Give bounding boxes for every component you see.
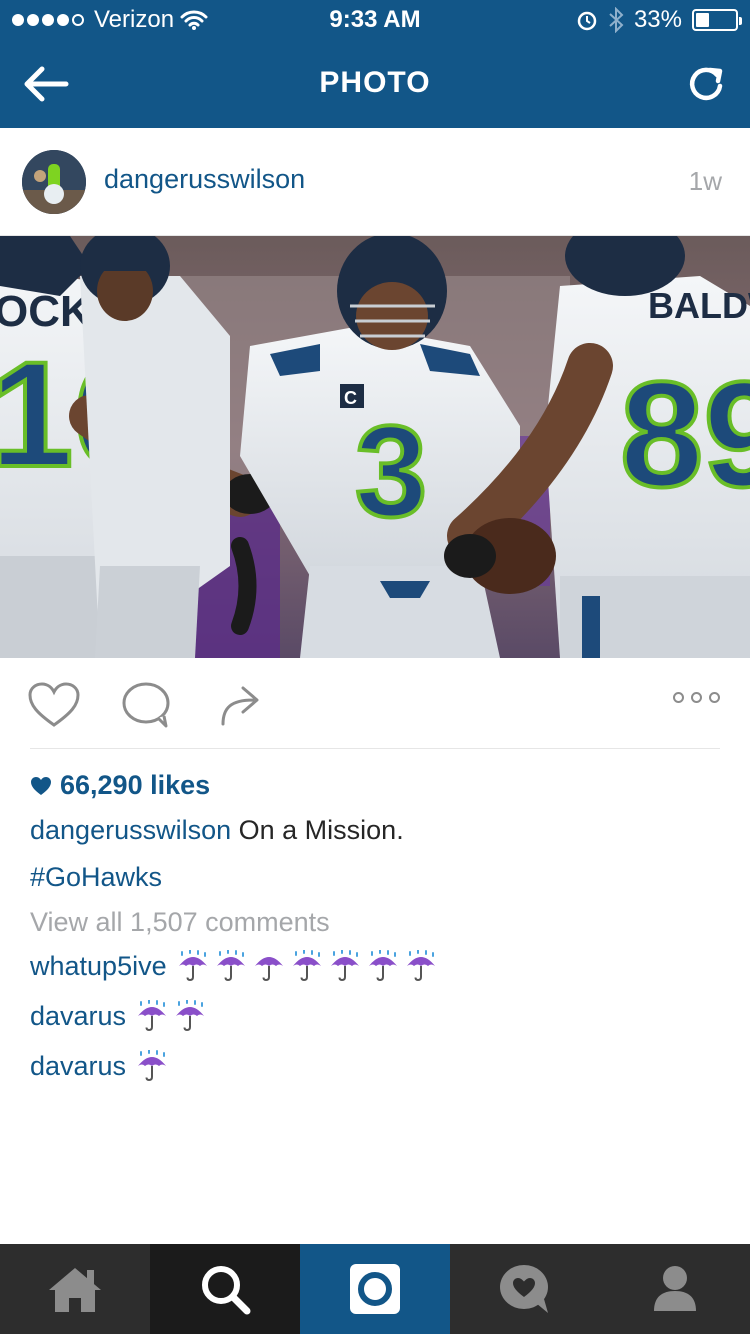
tab-bar xyxy=(0,1244,750,1334)
status-right: 33% xyxy=(576,6,742,34)
avatar[interactable] xyxy=(22,150,86,214)
home-icon xyxy=(49,1268,101,1312)
heart-icon xyxy=(28,682,80,727)
battery-icon xyxy=(692,9,742,31)
small-heart-icon xyxy=(31,776,51,795)
post-username[interactable]: dangerusswilson xyxy=(104,164,305,195)
comment-username[interactable]: whatup5ive xyxy=(30,951,167,982)
hashtag-link[interactable]: #GoHawks xyxy=(30,862,162,893)
comment-emoji xyxy=(136,1000,206,1032)
svg-text:89: 89 xyxy=(620,350,750,518)
comment-username[interactable]: davarus xyxy=(30,1001,126,1032)
post-timestamp: 1w xyxy=(688,166,722,196)
search-icon xyxy=(202,1266,251,1315)
more-options-button[interactable] xyxy=(673,692,720,703)
share-button[interactable] xyxy=(210,680,266,730)
umbrella-rain-icon xyxy=(368,950,397,982)
umbrella-rain-icon xyxy=(216,950,245,982)
post-actions xyxy=(0,658,750,750)
status-bar: Verizon 9:33 AM 33% xyxy=(0,0,750,40)
umbrella-rain-icon xyxy=(330,950,359,982)
likes-label: 66,290 likes xyxy=(60,770,211,800)
more-dot-icon xyxy=(709,692,720,703)
refresh-button[interactable] xyxy=(682,60,730,108)
tab-profile[interactable] xyxy=(600,1244,750,1334)
post-header: dangerusswilson 1w xyxy=(0,128,750,236)
activity-heart-bubble-icon xyxy=(500,1265,548,1313)
tab-camera[interactable] xyxy=(300,1244,450,1334)
battery-percent: 33% xyxy=(633,6,682,33)
comment-username[interactable]: davarus xyxy=(30,1051,126,1082)
comment-row: whatup5ive xyxy=(30,950,437,982)
comment-row: davarus xyxy=(30,1050,168,1082)
app-header: Verizon 9:33 AM 33% PHOTO xyxy=(0,0,750,128)
tab-home[interactable] xyxy=(0,1244,150,1334)
post-photo[interactable]: OCKETT 16 C 3 BALDWIN 89 xyxy=(0,236,750,658)
nav-bar: PHOTO xyxy=(0,40,750,128)
comment-row: davarus xyxy=(30,1000,206,1032)
divider xyxy=(30,748,720,749)
tab-search[interactable] xyxy=(150,1244,300,1334)
share-arrow-icon xyxy=(221,686,259,726)
tab-activity[interactable] xyxy=(450,1244,600,1334)
comment-icon xyxy=(122,682,170,728)
comment-emoji xyxy=(136,1050,168,1082)
more-dot-icon xyxy=(691,692,702,703)
football-players-photo: OCKETT 16 C 3 BALDWIN 89 xyxy=(0,236,750,658)
umbrella-rain-icon xyxy=(292,950,321,982)
umbrella-rain-icon xyxy=(138,1050,167,1082)
refresh-icon xyxy=(689,67,723,101)
likes-count[interactable]: 66,290 likes xyxy=(30,770,210,801)
avatar-image xyxy=(22,150,86,214)
profile-icon xyxy=(654,1266,696,1311)
umbrella-rain-icon xyxy=(406,950,435,982)
svg-text:3: 3 xyxy=(355,398,427,544)
umbrella-icon xyxy=(254,957,283,982)
umbrella-rain-icon xyxy=(138,1000,167,1032)
view-all-comments-link[interactable]: View all 1,507 comments xyxy=(30,907,330,938)
like-button[interactable] xyxy=(26,680,82,730)
page-title: PHOTO xyxy=(319,66,431,99)
alarm-icon xyxy=(577,11,597,31)
umbrella-rain-icon xyxy=(176,1000,205,1032)
caption-username[interactable]: dangerusswilson xyxy=(30,815,231,845)
caption-text: On a Mission. xyxy=(238,815,404,845)
bluetooth-icon xyxy=(609,7,624,33)
caption: dangerusswilson On a Mission. xyxy=(30,815,404,846)
comment-button[interactable] xyxy=(118,680,174,730)
camera-icon xyxy=(350,1264,400,1314)
battery-level-fill xyxy=(696,13,709,27)
umbrella-rain-icon xyxy=(178,950,207,982)
svg-text:BALDWIN: BALDWIN xyxy=(648,285,750,326)
comment-emoji xyxy=(177,950,437,982)
more-dot-icon xyxy=(673,692,684,703)
